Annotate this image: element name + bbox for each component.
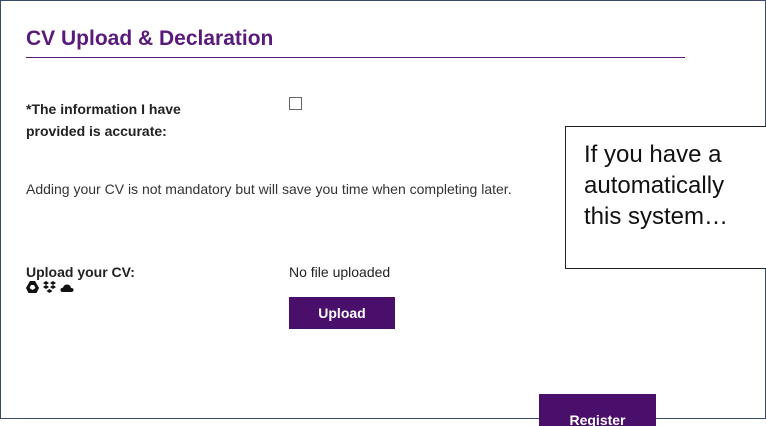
upload-button[interactable]: Upload xyxy=(289,297,395,329)
file-status: No file uploaded xyxy=(289,264,391,280)
upload-cv-label: Upload your CV: xyxy=(26,264,135,280)
tooltip-line1: If you have a xyxy=(584,141,722,168)
tooltip-line2: automatically xyxy=(584,172,725,199)
tooltip-popup: If you have a automatically this system… xyxy=(565,126,766,269)
declaration-label: *The information I have provided is accu… xyxy=(26,98,256,142)
tooltip-line3: this system… xyxy=(584,203,729,230)
cloud-source-icons xyxy=(26,280,74,298)
declaration-label-line1: *The information I have xyxy=(26,101,181,117)
cv-info-text: Adding your CV is not mandatory but will… xyxy=(26,181,512,197)
dropbox-icon[interactable] xyxy=(43,280,56,298)
declaration-label-line2: provided is accurate: xyxy=(26,123,167,139)
section-title: CV Upload & Declaration xyxy=(26,27,274,50)
declaration-checkbox[interactable] xyxy=(289,97,302,110)
title-divider xyxy=(26,57,685,58)
register-button[interactable]: Register xyxy=(539,394,656,426)
google-drive-icon[interactable] xyxy=(26,280,39,298)
onedrive-icon[interactable] xyxy=(60,280,74,298)
